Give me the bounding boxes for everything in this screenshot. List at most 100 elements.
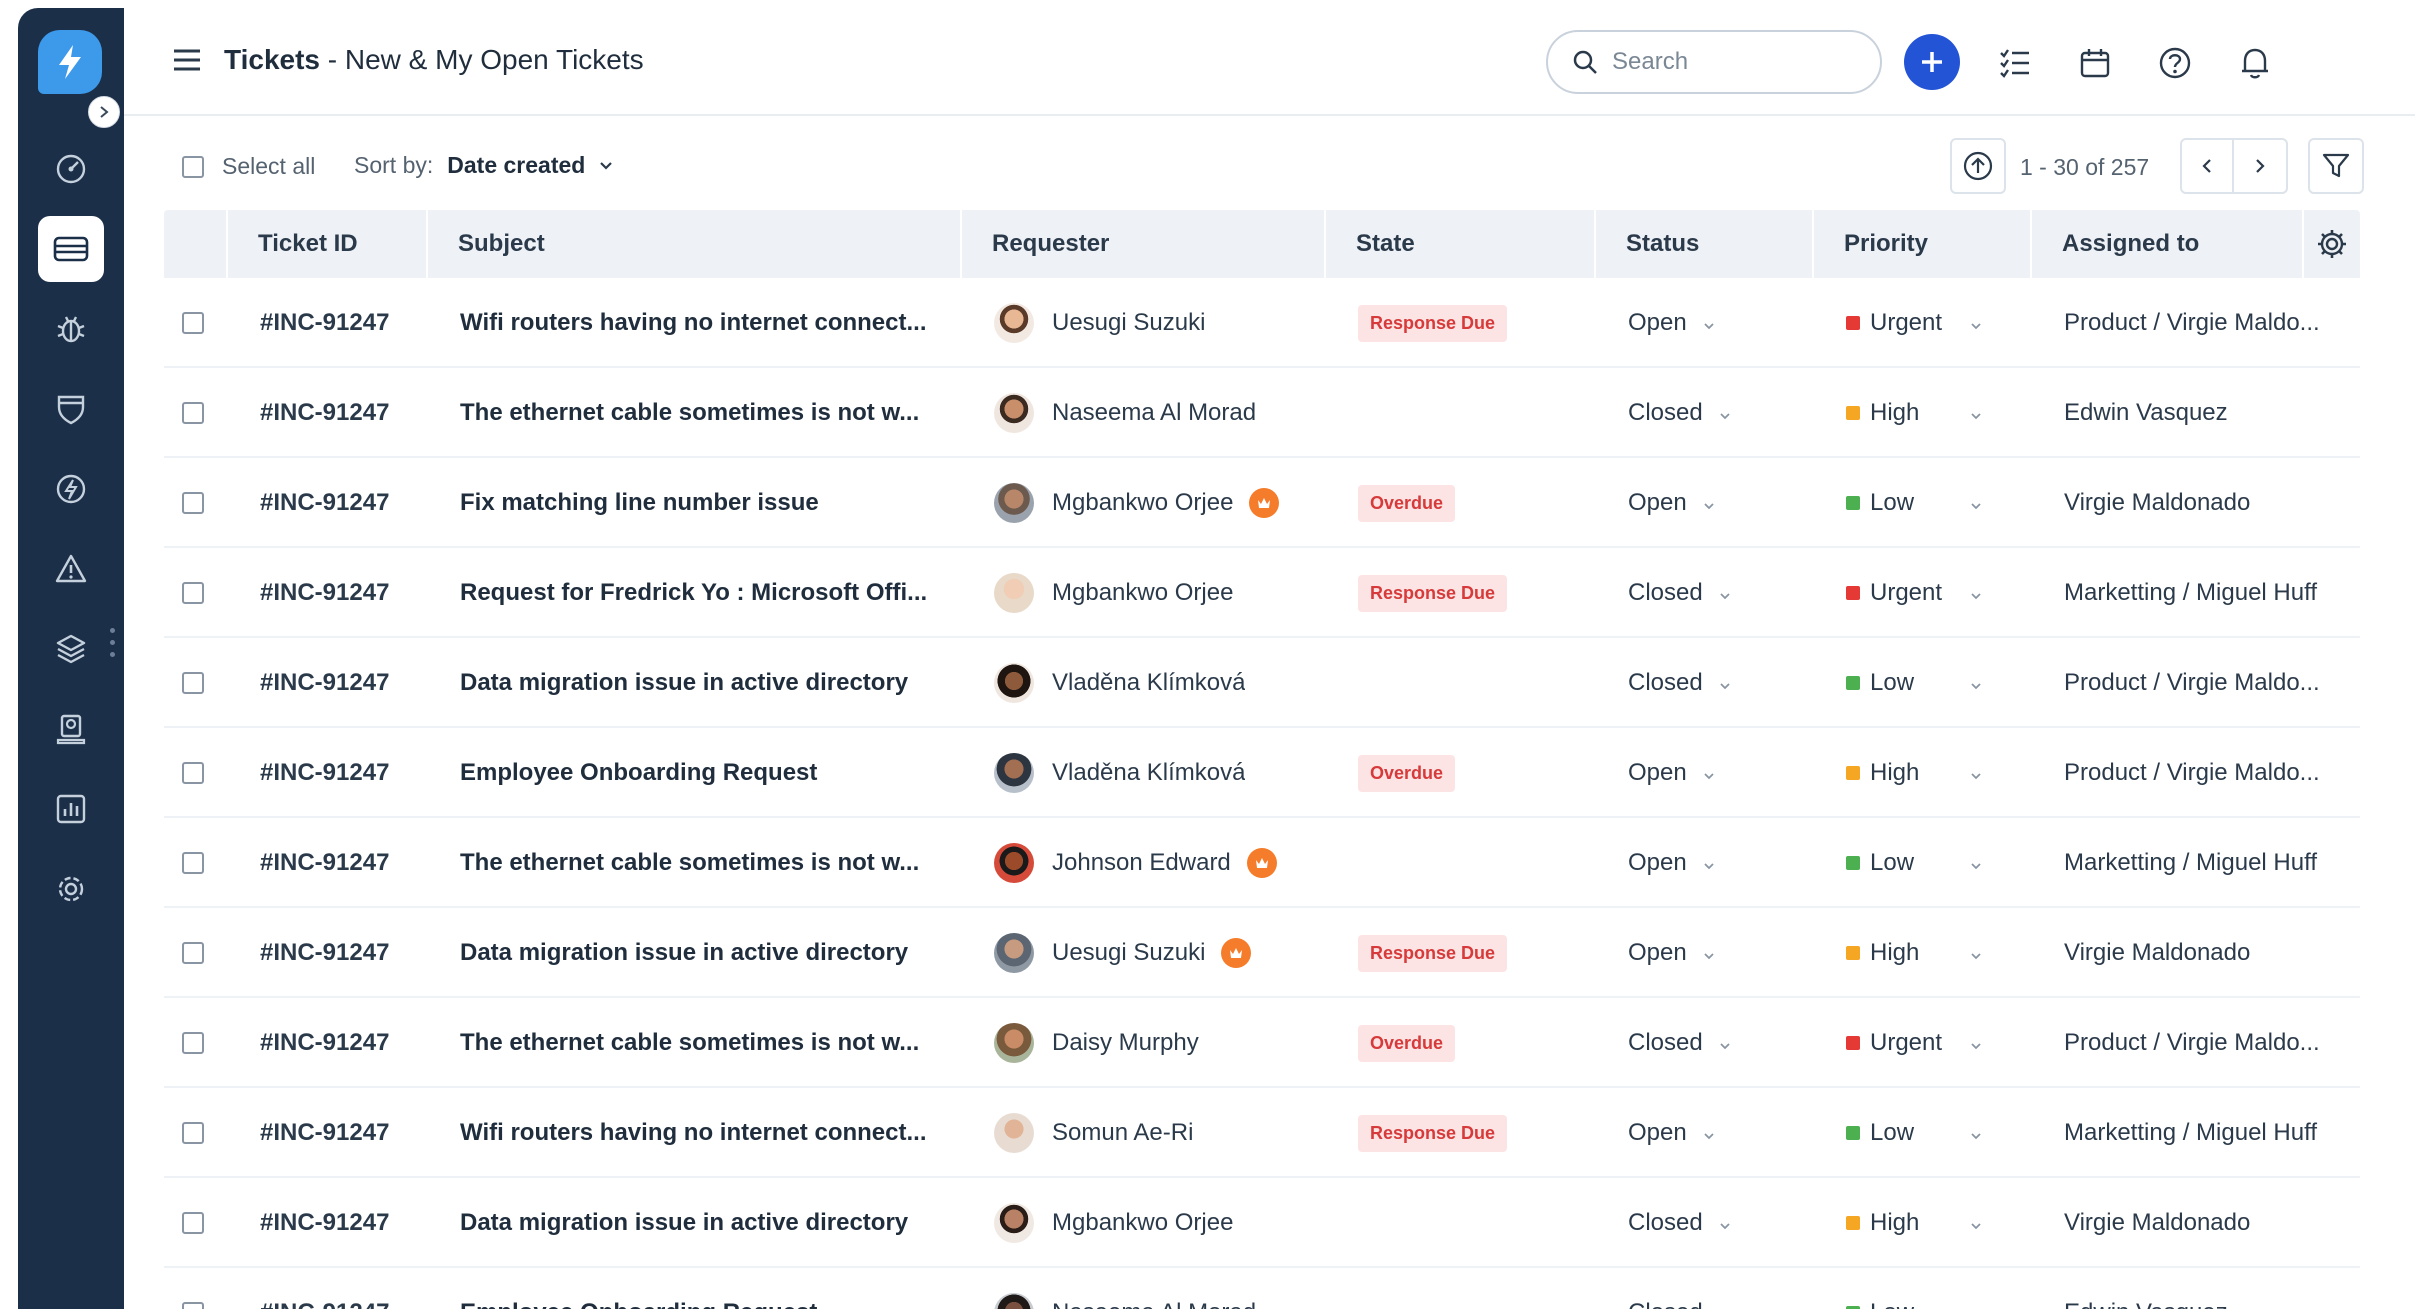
- priority-dropdown[interactable]: Low: [1846, 818, 1982, 908]
- column-priority[interactable]: Priority: [1812, 210, 2030, 278]
- column-status[interactable]: Status: [1594, 210, 1812, 278]
- priority-dropdown[interactable]: High: [1846, 728, 1982, 818]
- sidebar-item-shield[interactable]: [38, 376, 104, 442]
- sidebar-collapse-button[interactable]: [88, 96, 120, 128]
- row-checkbox[interactable]: [182, 852, 204, 874]
- requester[interactable]: Vladěna Klímková: [994, 728, 1245, 818]
- add-new-button[interactable]: [1904, 34, 1960, 90]
- assigned-to[interactable]: Virgie Maldonado: [2064, 458, 2354, 548]
- sidebar-item-tickets[interactable]: [38, 216, 104, 282]
- ticket-subject[interactable]: Data migration issue in active directory: [460, 1178, 960, 1268]
- assigned-to[interactable]: Marketting / Miguel Huff: [2064, 1088, 2354, 1178]
- sidebar-item-layers[interactable]: [38, 616, 104, 682]
- requester[interactable]: Daisy Murphy: [994, 998, 1199, 1088]
- ticket-subject[interactable]: The ethernet cable sometimes is not w...: [460, 818, 960, 908]
- ticket-id[interactable]: #INC-91247: [260, 368, 389, 458]
- requester[interactable]: Vladěna Klímková: [994, 638, 1245, 728]
- ticket-id[interactable]: #INC-91247: [260, 638, 389, 728]
- ticket-id[interactable]: #INC-91247: [260, 1088, 389, 1178]
- ticket-subject[interactable]: Data migration issue in active directory: [460, 908, 960, 998]
- checklist-button[interactable]: [1996, 44, 2034, 82]
- sidebar-item-dashboard[interactable]: [38, 136, 104, 202]
- app-logo[interactable]: [38, 30, 102, 94]
- table-row[interactable]: #INC-91247 The ethernet cable sometimes i…: [164, 998, 2360, 1088]
- assigned-to[interactable]: Product / Virgie Maldo...: [2064, 638, 2354, 728]
- status-dropdown[interactable]: Closed: [1628, 1178, 1731, 1268]
- ticket-id[interactable]: #INC-91247: [260, 458, 389, 548]
- ticket-subject[interactable]: Request for Fredrick Yo : Microsoft Offi…: [460, 548, 960, 638]
- status-dropdown[interactable]: Closed: [1628, 638, 1731, 728]
- status-dropdown[interactable]: Open: [1628, 278, 1715, 368]
- requester[interactable]: Somun Ae-Ri: [994, 1088, 1193, 1178]
- help-button[interactable]: [2156, 44, 2194, 82]
- assigned-to[interactable]: Product / Virgie Maldo...: [2064, 278, 2354, 368]
- status-dropdown[interactable]: Open: [1628, 1088, 1715, 1178]
- sidebar-item-release[interactable]: [38, 456, 104, 522]
- ticket-subject[interactable]: Wifi routers having no internet connect.…: [460, 1088, 960, 1178]
- table-row[interactable]: #INC-91247 Data migration issue in active…: [164, 908, 2360, 998]
- status-dropdown[interactable]: Closed: [1628, 998, 1731, 1088]
- requester[interactable]: Mgbankwo Orjee: [994, 458, 1280, 548]
- column-state[interactable]: State: [1324, 210, 1594, 278]
- row-checkbox[interactable]: [182, 762, 204, 784]
- sidebar-item-assets[interactable]: [38, 696, 104, 762]
- column-subject[interactable]: Subject: [426, 210, 960, 278]
- previous-page-button[interactable]: [2182, 140, 2235, 192]
- row-checkbox[interactable]: [182, 1122, 204, 1144]
- ticket-subject[interactable]: The ethernet cable sometimes is not w...: [460, 368, 960, 458]
- requester[interactable]: Johnson Edward: [994, 818, 1277, 908]
- table-row[interactable]: #INC-91247 Request for Fredrick Yo : Micr…: [164, 548, 2360, 638]
- ticket-subject[interactable]: Fix matching line number issue: [460, 458, 960, 548]
- row-checkbox[interactable]: [182, 1212, 204, 1234]
- table-row[interactable]: #INC-91247 The ethernet cable sometimes i…: [164, 818, 2360, 908]
- assigned-to[interactable]: Virgie Maldonado: [2064, 1178, 2354, 1268]
- priority-dropdown[interactable]: Urgent: [1846, 548, 1982, 638]
- column-assigned-to[interactable]: Assigned to: [2030, 210, 2302, 278]
- assigned-to[interactable]: Marketting / Miguel Huff: [2064, 818, 2354, 908]
- priority-dropdown[interactable]: High: [1846, 1178, 1982, 1268]
- status-dropdown[interactable]: Closed: [1628, 1268, 1731, 1309]
- assigned-to[interactable]: Product / Virgie Maldo...: [2064, 998, 2354, 1088]
- row-checkbox[interactable]: [182, 402, 204, 424]
- ticket-subject[interactable]: Employee Onboarding Request: [460, 1268, 960, 1309]
- sidebar-item-reports[interactable]: [38, 776, 104, 842]
- priority-dropdown[interactable]: High: [1846, 908, 1982, 998]
- requester[interactable]: Uesugi Suzuki: [994, 278, 1205, 368]
- sort-by-dropdown[interactable]: Sort by: Date created: [354, 152, 613, 179]
- row-checkbox[interactable]: [182, 1032, 204, 1054]
- status-dropdown[interactable]: Open: [1628, 818, 1715, 908]
- ticket-id[interactable]: #INC-91247: [260, 278, 389, 368]
- select-all-checkbox[interactable]: [182, 155, 204, 178]
- requester[interactable]: Naseema Al Morad: [994, 368, 1256, 458]
- status-dropdown[interactable]: Open: [1628, 458, 1715, 548]
- ticket-id[interactable]: #INC-91247: [260, 908, 389, 998]
- filter-button[interactable]: [2308, 138, 2364, 194]
- next-page-button[interactable]: [2234, 140, 2286, 192]
- assigned-to[interactable]: Virgie Maldonado: [2064, 908, 2354, 998]
- hamburger-menu-icon[interactable]: [172, 48, 202, 77]
- search-input[interactable]: [1612, 48, 1862, 76]
- ticket-subject[interactable]: Wifi routers having no internet connect.…: [460, 278, 960, 368]
- calendar-button[interactable]: [2076, 44, 2114, 82]
- row-checkbox[interactable]: [182, 942, 204, 964]
- priority-dropdown[interactable]: Low: [1846, 1088, 1982, 1178]
- sidebar-item-bug[interactable]: [38, 296, 104, 362]
- ticket-id[interactable]: #INC-91247: [260, 1268, 389, 1309]
- table-row[interactable]: #INC-91247 Wifi routers having no interne…: [164, 1088, 2360, 1178]
- requester[interactable]: Uesugi Suzuki: [994, 908, 1252, 998]
- sidebar-item-alert[interactable]: [38, 536, 104, 602]
- row-checkbox[interactable]: [182, 492, 204, 514]
- assigned-to[interactable]: Edwin Vasquez: [2064, 368, 2354, 458]
- table-row[interactable]: #INC-91247 Employee Onboarding Request Vla…: [164, 728, 2360, 818]
- row-checkbox[interactable]: [182, 672, 204, 694]
- requester[interactable]: Mgbankwo Orjee: [994, 1178, 1233, 1268]
- ticket-id[interactable]: #INC-91247: [260, 998, 389, 1088]
- priority-dropdown[interactable]: Urgent: [1846, 998, 1982, 1088]
- row-checkbox[interactable]: [182, 1302, 204, 1309]
- table-row[interactable]: #INC-91247 Data migration issue in active…: [164, 1178, 2360, 1268]
- table-row[interactable]: #INC-91247 Employee Onboarding Request Nas…: [164, 1268, 2360, 1309]
- ticket-id[interactable]: #INC-91247: [260, 728, 389, 818]
- ticket-subject[interactable]: Data migration issue in active directory: [460, 638, 960, 728]
- row-checkbox[interactable]: [182, 582, 204, 604]
- ticket-id[interactable]: #INC-91247: [260, 1178, 389, 1268]
